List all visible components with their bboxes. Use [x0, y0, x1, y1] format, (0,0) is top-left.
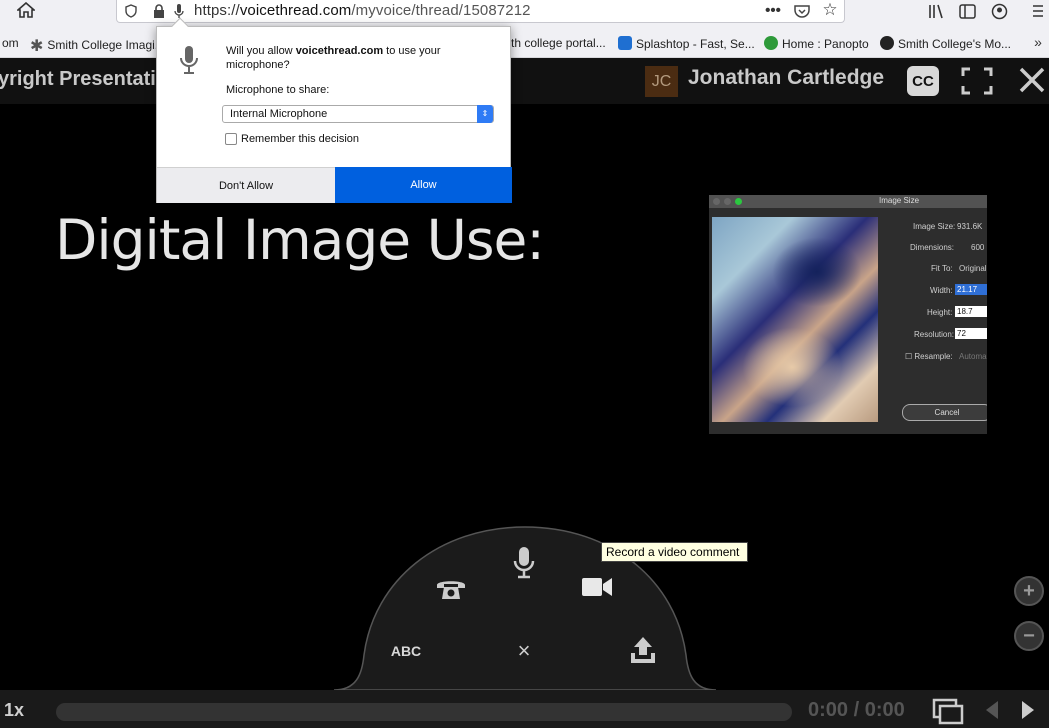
- dialog-cancel-button: Cancel: [902, 404, 987, 421]
- tooltip: Record a video comment: [601, 542, 748, 562]
- bookmark-label: th college portal...: [511, 36, 606, 50]
- select-arrows-icon: ⇕: [477, 105, 493, 123]
- dialog-row-value: Original: [959, 264, 987, 273]
- allow-button[interactable]: Allow: [335, 167, 512, 203]
- panopto-icon: [764, 36, 778, 50]
- dialog-row-label: Image Size:: [913, 222, 956, 231]
- user-name[interactable]: Jonathan Cartledge: [688, 66, 884, 90]
- thread-title: yright Presentati: [0, 68, 156, 90]
- microphone-icon[interactable]: [507, 545, 541, 581]
- dont-allow-button[interactable]: Don't Allow: [157, 167, 335, 203]
- question-prefix: Will you allow: [226, 45, 296, 57]
- bookmark-label: Smith College Imagi...: [47, 38, 165, 52]
- avatar[interactable]: JC: [645, 66, 678, 97]
- menu-icon[interactable]: [1030, 1, 1046, 21]
- dialog-row-label: Dimensions:: [910, 243, 955, 252]
- microphone-permission-popup: Will you allow voicethread.com to use yo…: [156, 17, 512, 203]
- close-menu-button[interactable]: ×: [512, 638, 536, 663]
- asterisk-icon: ✱: [30, 38, 44, 55]
- bookmark-label: Splashtop - Fast, Se...: [636, 37, 755, 51]
- dialog-titlebar: Image Size: [709, 195, 987, 208]
- remember-checkbox[interactable]: [225, 133, 237, 145]
- bookmark-label: Home : Panopto: [782, 37, 869, 51]
- progress-bar[interactable]: [56, 703, 792, 721]
- bookmark-item[interactable]: Smith College's Mo...: [880, 36, 1011, 51]
- next-slide-icon[interactable]: [1018, 698, 1038, 722]
- dialog-title: Image Size: [879, 196, 920, 205]
- selected-device: Internal Microphone: [230, 108, 328, 120]
- pocket-icon[interactable]: [793, 2, 811, 20]
- embedded-screenshot: Image Size Image Size: 931.6K Dimensions…: [709, 195, 987, 434]
- dialog-row-label: Fit To:: [931, 264, 953, 273]
- timecode: 0:00 / 0:00: [808, 699, 905, 721]
- shield-icon[interactable]: [123, 2, 139, 20]
- share-label: Microphone to share:: [226, 84, 330, 96]
- closed-captions-button[interactable]: CC: [907, 66, 939, 96]
- bookmark-item[interactable]: om: [2, 36, 19, 50]
- bookmark-item[interactable]: Home : Panopto: [764, 36, 869, 51]
- microphone-select[interactable]: Internal Microphone ⇕: [222, 105, 494, 123]
- account-icon[interactable]: [989, 1, 1009, 21]
- upload-icon[interactable]: [626, 632, 660, 668]
- splashtop-icon: [618, 36, 632, 50]
- bookmark-item[interactable]: th college portal...: [511, 36, 606, 50]
- painting-figure-shadow: [772, 237, 862, 307]
- window-close-dot: [713, 198, 720, 205]
- app-root: ••• ☆ https://voicethread.com/myvoice/th…: [0, 0, 1049, 728]
- home-icon[interactable]: [14, 0, 38, 20]
- phone-icon[interactable]: [434, 572, 468, 606]
- fullscreen-icon[interactable]: [960, 64, 994, 98]
- bookmark-item[interactable]: Splashtop - Fast, Se...: [618, 36, 755, 51]
- remember-label[interactable]: Remember this decision: [241, 133, 359, 145]
- painting-image: [712, 217, 878, 422]
- window-zoom-dot: [735, 198, 742, 205]
- resample-checkbox: ☐ Resample:: [905, 352, 953, 361]
- resample-label: Resample:: [914, 352, 953, 361]
- bookmarks-overflow-icon[interactable]: »: [1030, 32, 1046, 52]
- dialog-row-label: Resolution:: [914, 330, 955, 339]
- moodle-icon: [880, 36, 894, 50]
- window-minimize-dot: [724, 198, 731, 205]
- height-field: 18.7: [955, 306, 987, 317]
- sidebar-icon[interactable]: [957, 1, 977, 21]
- dialog-row-label: Width:: [930, 286, 953, 295]
- microphone-icon: [175, 43, 203, 77]
- resolution-field: 72: [955, 328, 987, 339]
- dialog-row-value: 600: [971, 243, 985, 252]
- question-site: voicethread.com: [295, 45, 384, 57]
- dialog-row-label: Height:: [927, 308, 953, 317]
- browser-toolbar: ••• ☆ https://voicethread.com/myvoice/th…: [0, 0, 1049, 28]
- text-comment-button[interactable]: ABC: [386, 640, 426, 662]
- bookmark-label: om: [2, 36, 19, 50]
- slide-title: Digital Image Use:: [55, 208, 545, 272]
- slides-icon[interactable]: [930, 696, 966, 728]
- lock-icon[interactable]: [151, 2, 167, 20]
- library-icon[interactable]: [926, 1, 946, 21]
- painting-figure-light: [742, 327, 842, 407]
- close-icon[interactable]: [1016, 64, 1048, 96]
- page-actions-icon[interactable]: •••: [763, 0, 783, 20]
- url-scheme: https://: [194, 2, 240, 19]
- previous-slide-icon[interactable]: [982, 698, 1002, 722]
- dialog-row-value: 931.6K: [957, 222, 983, 231]
- width-field: 21.17: [955, 284, 987, 295]
- zoom-in-button[interactable]: +: [1014, 576, 1044, 606]
- url-text: https://voicethread.com/myvoice/thread/1…: [194, 2, 531, 19]
- bookmark-item[interactable]: ✱ Smith College Imagi...: [30, 36, 165, 56]
- url-path: /myvoice/thread/15087212: [351, 2, 531, 19]
- bookmark-star-icon[interactable]: ☆: [821, 0, 839, 19]
- url-host: voicethread.com: [239, 2, 352, 19]
- permission-question: Will you allow voicethread.com to use yo…: [226, 44, 496, 72]
- bookmark-label: Smith College's Mo...: [898, 37, 1011, 51]
- video-camera-icon[interactable]: [579, 573, 615, 601]
- zoom-out-button[interactable]: −: [1014, 621, 1044, 651]
- resample-value: Automa: [959, 352, 987, 361]
- playback-speed[interactable]: 1x: [4, 700, 24, 721]
